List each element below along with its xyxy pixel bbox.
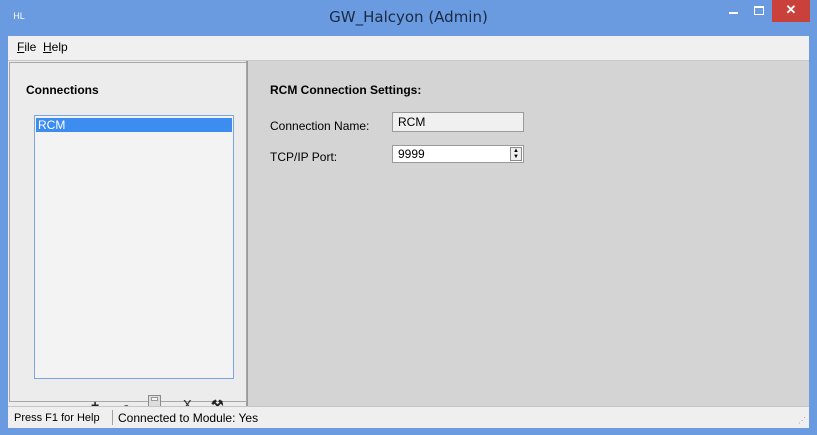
title-bar[interactable]: HL GW_Halcyon (Admin) ✕ [0, 0, 817, 36]
connection-name-field[interactable] [392, 112, 524, 132]
close-icon: ✕ [785, 2, 797, 17]
minimize-button[interactable] [720, 0, 746, 22]
spin-down-icon[interactable]: ▼ [513, 154, 519, 160]
connections-title: Connections [26, 83, 99, 97]
menu-bar: File Help [8, 36, 809, 61]
tcp-port-label: TCP/IP Port: [270, 150, 338, 164]
minimize-icon [728, 12, 738, 14]
tcp-port-field[interactable]: 9999 ▲ ▼ [392, 145, 524, 163]
window-title: GW_Halcyon (Admin) [329, 8, 488, 26]
menu-help[interactable]: Help [43, 40, 68, 54]
status-connection: Connected to Module: Yes [118, 411, 259, 425]
tcp-port-value: 9999 [398, 147, 425, 161]
maximize-button[interactable] [746, 0, 772, 22]
maximize-icon [754, 6, 764, 15]
port-spinner[interactable]: ▲ ▼ [510, 147, 522, 161]
resize-grip-icon[interactable]: ⋰ [798, 416, 806, 425]
menu-file[interactable]: File [17, 40, 36, 54]
settings-title: RCM Connection Settings: [270, 83, 422, 97]
close-button[interactable]: ✕ [772, 0, 810, 22]
connection-name-label: Connection Name: [270, 119, 370, 133]
status-help: Press F1 for Help [14, 412, 100, 424]
client-area: File Help Connections RCM + - X ⚒ RCM Co… [8, 36, 809, 428]
status-separator [112, 410, 113, 425]
status-bar: Press F1 for Help Connected to Module: Y… [8, 406, 809, 428]
settings-panel: RCM Connection Settings: Connection Name… [250, 61, 809, 406]
connections-panel: Connections RCM + - X ⚒ [8, 61, 248, 413]
app-window: HL GW_Halcyon (Admin) ✕ File Help Connec… [0, 0, 817, 435]
connections-list[interactable]: RCM [34, 115, 234, 379]
menu-help-label: elp [51, 40, 68, 54]
menu-help-accelerator: H [43, 40, 52, 54]
menu-file-label: ile [24, 40, 37, 54]
list-item[interactable]: RCM [36, 118, 232, 132]
